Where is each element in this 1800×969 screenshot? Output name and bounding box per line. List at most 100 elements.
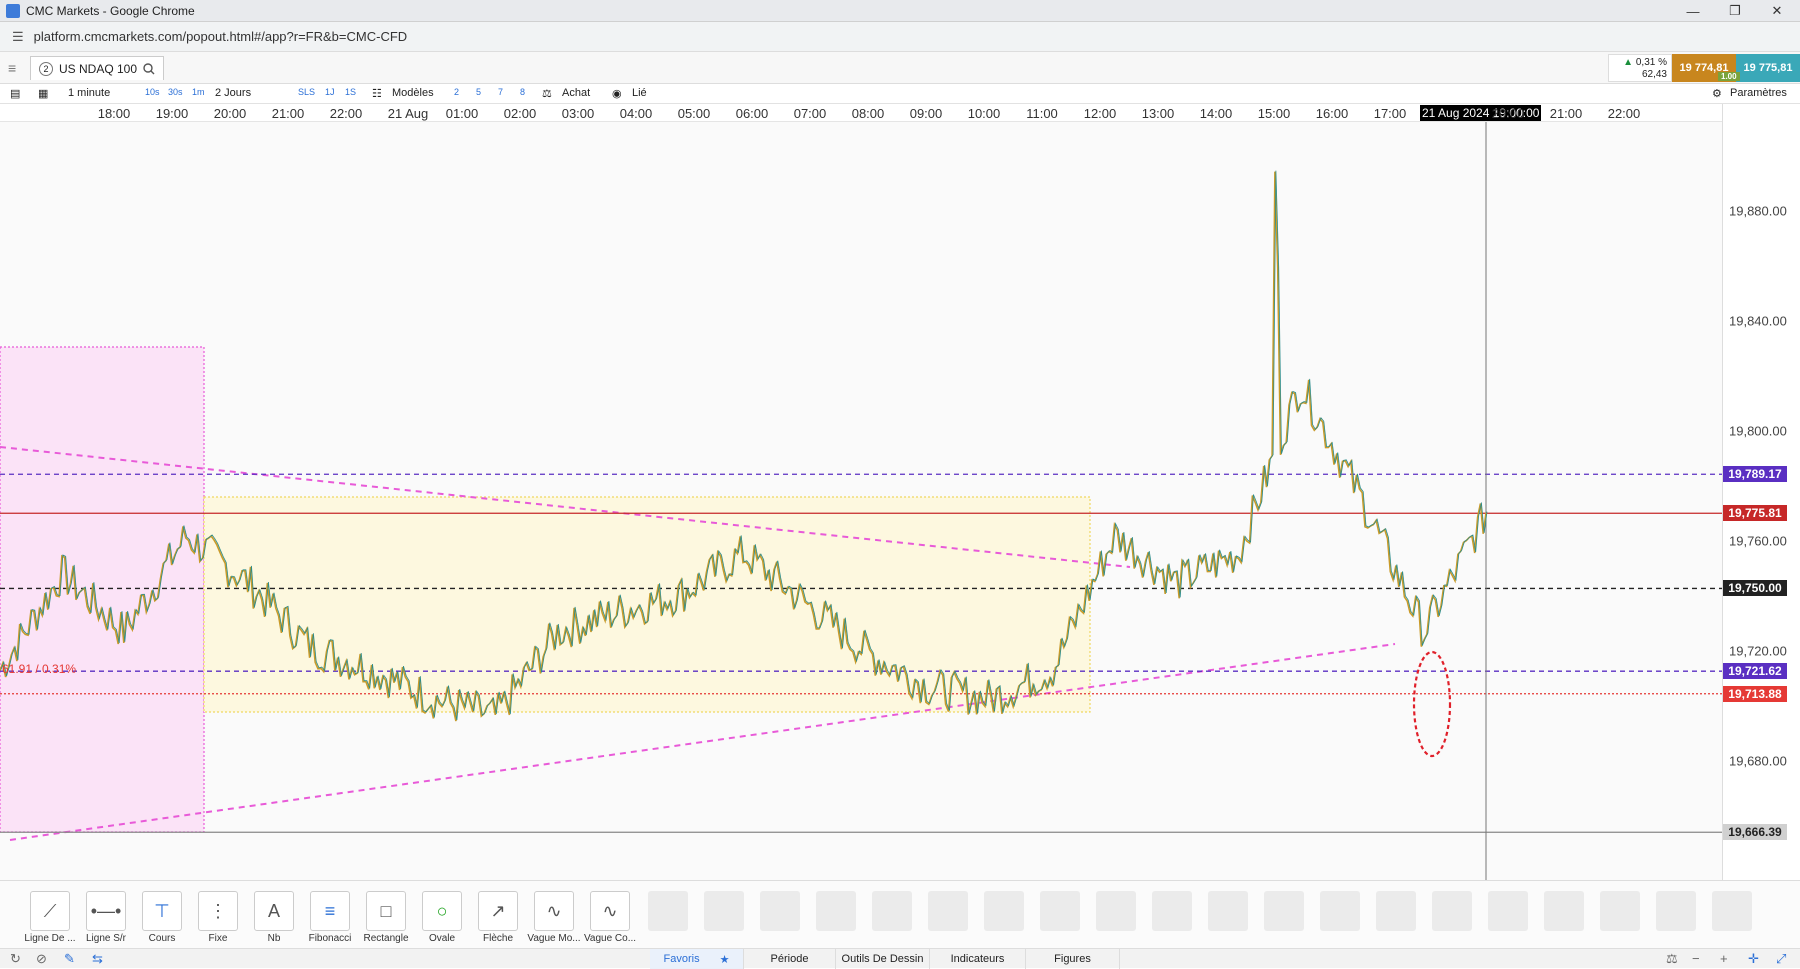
cursor-icon[interactable]: ⇆ — [92, 951, 103, 967]
site-info-icon[interactable]: ☰ — [12, 29, 24, 45]
tool-fibonacci-button[interactable]: ≡ — [310, 891, 350, 931]
time-tick-label: 04:00 — [619, 106, 653, 121]
empty-tool-slot[interactable] — [1488, 891, 1528, 931]
bottom-tab[interactable]: Favoris ★ — [650, 949, 744, 969]
count-2[interactable]: 2 — [454, 87, 459, 97]
empty-tool-slot[interactable] — [1656, 891, 1696, 931]
empty-tool-slot[interactable] — [1600, 891, 1640, 931]
tool-oval-button[interactable]: ○ — [422, 891, 462, 931]
menu-icon[interactable]: ≡ — [8, 60, 16, 76]
time-tick-label: 21:00 — [271, 106, 305, 121]
minimize-icon[interactable]: — — [1672, 0, 1714, 22]
zoom-in-icon[interactable]: + — [1720, 951, 1728, 966]
refresh-icon[interactable]: ↻ — [10, 951, 21, 967]
interval-1m[interactable]: 1m — [192, 87, 205, 97]
pencil-icon[interactable]: ✎ — [64, 951, 75, 967]
link-icon[interactable]: ◉ — [612, 87, 622, 100]
empty-tool-slot[interactable] — [1040, 891, 1080, 931]
tool-sr-line-button[interactable]: •—• — [86, 891, 126, 931]
count-5[interactable]: 5 — [476, 87, 481, 97]
buy-price: 19 775,81 — [1743, 62, 1793, 74]
empty-tool-slot[interactable] — [704, 891, 744, 931]
empty-tool-slot[interactable] — [1320, 891, 1360, 931]
empty-tool-slot[interactable] — [1544, 891, 1584, 931]
empty-tool-slot[interactable] — [872, 891, 912, 931]
buy-button[interactable]: 19 775,81 1.00 — [1718, 54, 1800, 82]
time-tick-label: 21 Aug — [387, 106, 429, 121]
settings-icon[interactable]: ⚙ — [1712, 87, 1722, 100]
settings-button[interactable]: Paramètres — [1730, 87, 1787, 99]
crosshair-icon[interactable]: ✛ — [1748, 951, 1759, 967]
scale-icon[interactable]: ⚖ — [1666, 951, 1678, 967]
empty-tool-slot[interactable] — [1712, 891, 1752, 931]
empty-tool-slot[interactable] — [816, 891, 856, 931]
block-icon[interactable]: ⊘ — [36, 951, 47, 967]
empty-tool-slot[interactable] — [1432, 891, 1472, 931]
empty-tool-slot[interactable] — [760, 891, 800, 931]
address-bar[interactable]: ☰ platform.cmcmarkets.com/popout.html#/a… — [0, 22, 1800, 52]
empty-tool-slot[interactable] — [928, 891, 968, 931]
price-level-tag: 19,666.39 — [1723, 824, 1787, 841]
bottom-tab[interactable]: Figures — [1026, 949, 1120, 969]
tool-arrow-button[interactable]: ↗ — [478, 891, 518, 931]
zoom-out-icon[interactable]: − — [1692, 951, 1700, 966]
buy-chart-icon[interactable]: ⚖ — [542, 87, 552, 100]
tool-fixed-button[interactable]: ⋮ — [198, 891, 238, 931]
star-icon[interactable]: ★ — [720, 953, 730, 966]
models-icon[interactable]: ☷ — [372, 87, 382, 100]
range-1j[interactable]: 1J — [325, 87, 335, 97]
bottom-tab-label: Favoris — [663, 953, 700, 965]
fit-icon[interactable]: ⤢ — [1776, 951, 1786, 967]
buy-mode-button[interactable]: Achat — [562, 87, 590, 99]
interval-10s[interactable]: 10s — [145, 87, 160, 97]
empty-tool-slot[interactable] — [1376, 891, 1416, 931]
time-tick-label: 20:00 — [213, 106, 247, 121]
price-axis[interactable]: 19,880.00 19,840.00 19,800.00 19,760.00 19,7… — [1722, 104, 1800, 880]
empty-tool-slot[interactable] — [1208, 891, 1248, 931]
count-8[interactable]: 8 — [520, 87, 525, 97]
empty-tool-slot[interactable] — [1096, 891, 1136, 931]
linked-button[interactable]: Lié — [632, 87, 647, 99]
time-tick-label: 22:00 — [329, 106, 363, 121]
range-1s[interactable]: 1S — [345, 87, 356, 97]
count-7[interactable]: 7 — [498, 87, 503, 97]
empty-tool-slot[interactable] — [984, 891, 1024, 931]
price-chart[interactable]: 61.91 / 0.31% — [0, 114, 1722, 880]
tool-line-button[interactable]: ⟋ — [30, 891, 70, 931]
restore-icon[interactable]: ❐ — [1714, 0, 1756, 22]
search-icon[interactable] — [143, 62, 155, 75]
wave-icon: ∿ — [546, 900, 562, 921]
bottom-tab[interactable]: Indicateurs — [930, 949, 1026, 969]
close-icon[interactable]: ✕ — [1756, 0, 1798, 22]
interval-select[interactable]: 1 minute — [68, 87, 110, 99]
tool-wave-co-button[interactable]: ∿ — [590, 891, 630, 931]
tool-wave-button[interactable]: ∿ — [534, 891, 574, 931]
price-level-tag: 19,775.81 — [1723, 505, 1787, 522]
chart-canvas[interactable] — [0, 114, 1722, 880]
change-percent: 0,31 % — [1635, 57, 1667, 68]
bottom-tab[interactable]: Outils De Dessin — [836, 949, 930, 969]
empty-tool-slot[interactable] — [648, 891, 688, 931]
bottom-tab-label: Indicateurs — [950, 953, 1005, 965]
price-tick-label: 19,760.00 — [1729, 533, 1787, 549]
bottom-tab[interactable]: Période — [744, 949, 836, 969]
interval-30s[interactable]: 30s — [168, 87, 183, 97]
fibonacci-label: 61.91 / 0.31% — [2, 662, 77, 676]
instrument-tab[interactable]: 2 US NDAQ 100 — [30, 56, 165, 80]
tool-text-button[interactable]: A — [254, 891, 294, 931]
zone-rectangle-left — [0, 346, 205, 833]
tool-rectangle-button[interactable]: □ — [366, 891, 406, 931]
sls-button[interactable]: SLS — [298, 87, 315, 97]
change-points: 62,43 — [1641, 69, 1667, 80]
url-text[interactable]: platform.cmcmarkets.com/popout.html#/app… — [34, 29, 408, 44]
empty-tool-slot[interactable] — [1264, 891, 1304, 931]
tool-label: Ligne De ... — [24, 933, 76, 944]
models-button[interactable]: Modèles — [392, 87, 434, 99]
price-level-tag: 19,713.88 — [1723, 685, 1787, 702]
empty-tool-slot[interactable] — [1152, 891, 1192, 931]
layout-icon[interactable]: ▦ — [38, 87, 48, 100]
price-tick-label: 19,880.00 — [1729, 203, 1787, 219]
range-select[interactable]: 2 Jours — [215, 87, 251, 99]
tool-price-button[interactable]: ⊤ — [142, 891, 182, 931]
list-icon[interactable]: ▤ — [10, 87, 20, 100]
